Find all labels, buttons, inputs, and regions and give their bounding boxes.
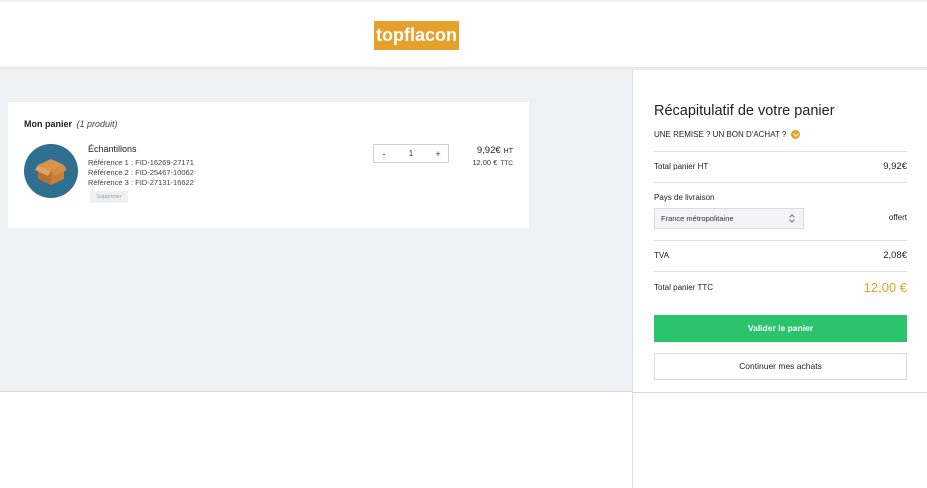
product-price-ttc: 12,00 € TTC <box>472 158 513 167</box>
price-ht-suffix: HT <box>503 148 513 155</box>
price-ttc-suffix: TTC <box>500 160 513 167</box>
chevron-down-icon[interactable] <box>791 130 801 139</box>
product-name[interactable]: Échantillons <box>88 144 137 154</box>
cart-area: Mon panier (1 produit) Échantillons Réfé… <box>0 70 632 392</box>
product-reference-2: Référence 2 : FID-25467-10062 <box>88 168 194 177</box>
total-ht-label: Total panier HT <box>654 162 709 171</box>
summary-divider <box>654 151 907 152</box>
box-icon <box>35 159 67 185</box>
tva-value: 2,08€ <box>883 250 907 261</box>
shipping-country-label: Pays de livraison <box>654 193 715 202</box>
product-reference-3: Référence 3 : FID-27131-16622 <box>88 178 194 187</box>
shipping-cost: offert <box>888 213 907 222</box>
price-ht-value: 9,92€ <box>476 145 501 156</box>
discount-label[interactable]: UNE REMISE ? UN BON D'ACHAT ? <box>654 130 786 139</box>
cart-product-count: (1 produit) <box>76 119 118 129</box>
site-header: topflacon <box>0 0 927 70</box>
discount-toggle[interactable]: UNE REMISE ? UN BON D'ACHAT ? <box>654 130 801 139</box>
product-price-ht: 9,92€ HT <box>477 145 513 156</box>
page-footer-area <box>0 393 632 488</box>
topflacon-logo[interactable]: topflacon <box>374 21 459 50</box>
product-reference-1: Référence 1 : FID-16269-27171 <box>88 158 194 167</box>
quantity-increase-button[interactable]: + <box>428 149 448 159</box>
total-ht-value: 9,92€ <box>883 161 907 172</box>
summary-bottom-divider <box>633 392 927 393</box>
total-ttc-value: 12,00 € <box>863 280 907 295</box>
quantity-stepper: - 1 + <box>373 144 449 163</box>
summary-divider <box>654 240 907 241</box>
tva-label: TVA <box>654 251 669 260</box>
price-ttc-value: 12,00 € <box>472 158 498 167</box>
delete-product-button[interactable]: Supprimer <box>90 191 128 203</box>
quantity-decrease-button[interactable]: - <box>374 149 394 159</box>
cart-summary: Récapitulatif de votre panier UNE REMISE… <box>632 70 927 488</box>
product-thumbnail <box>24 144 78 198</box>
continue-shopping-button[interactable]: Continuer mes achats <box>654 353 907 380</box>
shipping-country-select[interactable]: France métropolitaine <box>654 208 804 229</box>
quantity-input[interactable]: 1 <box>394 149 428 158</box>
total-ttc-label: Total panier TTC <box>654 283 713 292</box>
summary-title: Récapitulatif de votre panier <box>654 103 835 119</box>
cart-panel: Mon panier (1 produit) Échantillons Réfé… <box>8 102 529 228</box>
summary-divider <box>654 182 907 183</box>
validate-cart-button[interactable]: Valider le panier <box>654 315 907 342</box>
summary-divider <box>654 271 907 272</box>
shipping-country-value: France métropolitaine <box>661 214 734 223</box>
select-arrows-icon <box>789 214 795 223</box>
cart-title-text: Mon panier <box>24 119 73 129</box>
cart-title: Mon panier (1 produit) <box>24 119 118 129</box>
